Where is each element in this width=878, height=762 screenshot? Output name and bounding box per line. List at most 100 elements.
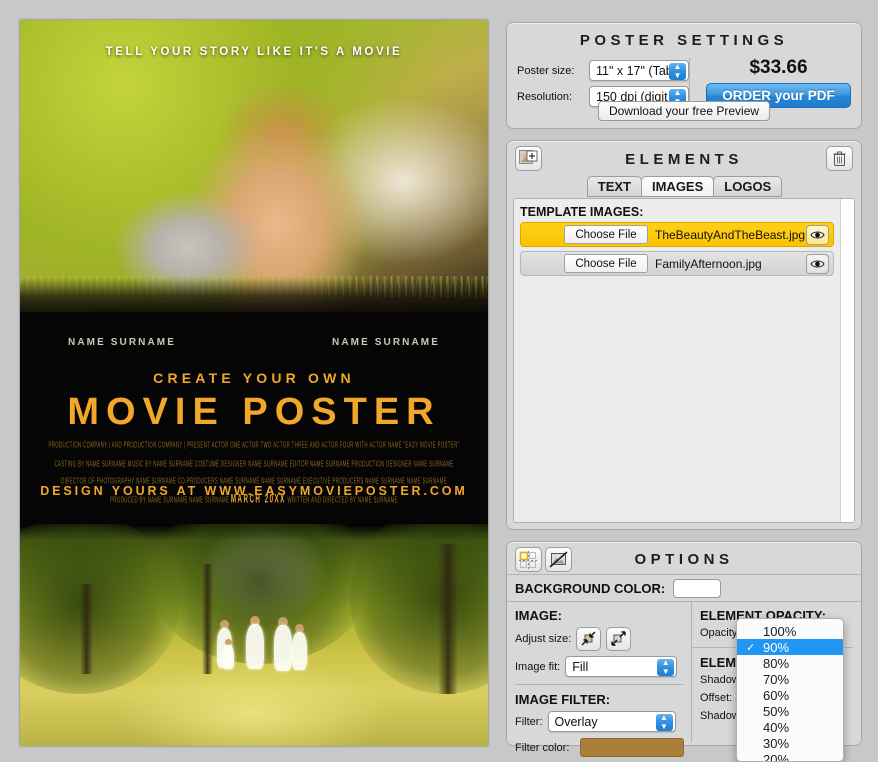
filter-row: Filter: Overlay ▲▼ <box>515 711 691 732</box>
cast-name-left[interactable]: NAME SURNAME <box>68 337 176 348</box>
image-fit-row: Image fit: Fill ▲▼ <box>515 656 691 677</box>
poster-settings-title: POSTER SETTINGS <box>507 32 861 49</box>
trash-icon <box>833 151 846 167</box>
opacity-option[interactable]: 100% <box>737 623 843 639</box>
poster-preview-area[interactable]: TELL YOUR STORY LIKE IT'S A MOVIE NAME S… <box>14 14 494 748</box>
expand-to-fit-button[interactable] <box>606 627 631 651</box>
chevron-updown-icon[interactable]: ▲▼ <box>657 659 674 676</box>
background-color-row: BACKGROUND COLOR: <box>507 574 861 602</box>
chevron-updown-icon[interactable]: ▲▼ <box>656 714 673 731</box>
elements-title: ELEMENTS <box>507 141 861 168</box>
poster-size-value: 11" x 17" (Tab <box>596 64 673 78</box>
poster-size-select[interactable]: 11" x 17" (Tab ▲▼ <box>589 60 689 81</box>
person-figure <box>246 624 264 669</box>
poster-bottom-photo[interactable] <box>20 524 488 746</box>
layout-grid-button[interactable] <box>515 547 542 572</box>
choose-file-button[interactable]: Choose File <box>564 225 648 244</box>
filter-select[interactable]: Overlay ▲▼ <box>548 711 676 732</box>
template-images-label: TEMPLATE IMAGES: <box>520 205 854 219</box>
tree-foliage <box>350 524 488 694</box>
filter-color-row: Filter color: <box>515 738 691 757</box>
poster-overline[interactable]: CREATE YOUR OWN <box>20 370 488 386</box>
opacity-option[interactable]: 40% <box>737 719 843 735</box>
opacity-option[interactable]: 30% <box>737 735 843 751</box>
opacity-dropdown-menu[interactable]: 100% ✓90% 80% 70% 60% 50% 40% 30% 20% <box>736 618 844 762</box>
opacity-option[interactable]: 80% <box>737 655 843 671</box>
list-item[interactable]: Choose File TheBeautyAndTheBeast.jpg <box>520 222 834 247</box>
opacity-option[interactable]: 60% <box>737 687 843 703</box>
filter-color-label: Filter color: <box>515 742 569 754</box>
toggle-visibility-button[interactable] <box>806 254 829 274</box>
file-name: TheBeautyAndTheBeast.jpg <box>655 228 806 242</box>
delete-element-button[interactable] <box>826 146 853 171</box>
image-fit-select[interactable]: Fill ▲▼ <box>565 656 677 677</box>
image-section-title: IMAGE: <box>515 608 691 623</box>
toggle-visibility-button[interactable] <box>806 225 829 245</box>
opacity-option-label: 60% <box>763 688 789 703</box>
opacity-option[interactable]: 20% <box>737 751 843 762</box>
person-figure <box>292 632 307 670</box>
grid-layout-icon <box>519 551 538 569</box>
cast-name-right[interactable]: NAME SURNAME <box>332 337 440 348</box>
elements-panel: ELEMENTS TEXT IMAGES LOGOS TEMPLATE IMAG… <box>506 140 862 530</box>
opacity-option-label: 80% <box>763 656 789 671</box>
tab-logos[interactable]: LOGOS <box>713 176 782 197</box>
opacity-option[interactable]: 50% <box>737 703 843 719</box>
poster-size-row: Poster size: 11" x 17" (Tab ▲▼ <box>517 60 689 81</box>
poster-main-title[interactable]: MOVIE POSTER <box>20 390 488 434</box>
opacity-option-label: 50% <box>763 704 789 719</box>
toggle-image-button[interactable] <box>545 547 572 572</box>
section-divider <box>515 684 683 685</box>
add-image-icon <box>519 150 538 167</box>
resolution-label: Resolution: <box>517 91 589 103</box>
opacity-option-label: 30% <box>763 736 789 751</box>
expand-to-fit-icon <box>610 631 627 647</box>
tab-images[interactable]: IMAGES <box>641 176 714 197</box>
opacity-option-label: 70% <box>763 672 789 687</box>
file-name: FamilyAfternoon.jpg <box>655 257 806 271</box>
background-color-swatch[interactable] <box>673 579 721 598</box>
opacity-option-label: 90% <box>763 640 789 655</box>
poster-top-photo[interactable] <box>20 20 488 312</box>
tree-trunk <box>438 544 458 694</box>
person-figure <box>223 645 234 669</box>
elements-list: TEMPLATE IMAGES: Choose File TheBeautyAn… <box>513 198 855 523</box>
no-image-icon <box>549 551 568 568</box>
image-fit-label: Image fit: <box>515 661 560 673</box>
filter-color-swatch[interactable] <box>580 738 684 757</box>
tree-trunk <box>80 584 93 674</box>
opacity-option-label: 100% <box>763 624 796 639</box>
list-item[interactable]: Choose File FamilyAfternoon.jpg <box>520 251 834 276</box>
poster-footer-url[interactable]: DESIGN YOURS AT WWW.EASYMOVIEPOSTER.COM <box>20 484 488 498</box>
shrink-to-fit-icon <box>580 631 597 647</box>
shadow-color-label: Shadow <box>700 710 740 722</box>
adjust-size-row: Adjust size: <box>515 627 691 651</box>
opacity-option-label: 40% <box>763 720 789 735</box>
billing-line: PRODUCTION COMPANY | AND PRODUCTION COMP… <box>20 436 488 454</box>
eye-icon <box>810 259 825 269</box>
poster-canvas[interactable]: TELL YOUR STORY LIKE IT'S A MOVIE NAME S… <box>20 20 488 746</box>
poster-size-label: Poster size: <box>517 65 589 77</box>
adjust-size-label: Adjust size: <box>515 633 571 645</box>
cast-names-row: NAME SURNAME NAME SURNAME <box>20 337 488 348</box>
opacity-option[interactable]: 70% <box>737 671 843 687</box>
add-image-button[interactable] <box>515 146 542 171</box>
filter-value: Overlay <box>555 715 598 729</box>
filter-label: Filter: <box>515 716 543 728</box>
opacity-option-selected[interactable]: ✓90% <box>737 639 843 655</box>
tab-text[interactable]: TEXT <box>587 176 642 197</box>
shrink-to-fit-button[interactable] <box>576 627 601 651</box>
chevron-updown-icon[interactable]: ▲▼ <box>669 63 686 80</box>
background-color-label: BACKGROUND COLOR: <box>515 581 665 596</box>
image-filter-section-title: IMAGE FILTER: <box>515 692 691 707</box>
poster-title-block: NAME SURNAME NAME SURNAME CREATE YOUR OW… <box>20 312 488 524</box>
download-preview-button[interactable]: Download your free Preview <box>598 101 770 121</box>
eye-icon <box>810 230 825 240</box>
poster-settings-panel: POSTER SETTINGS Poster size: 11" x 17" (… <box>506 22 862 129</box>
price-value: $33.66 <box>696 57 861 79</box>
poster-tagline[interactable]: TELL YOUR STORY LIKE IT'S A MOVIE <box>20 46 488 58</box>
tree-trunk <box>202 564 213 674</box>
image-fit-value: Fill <box>572 660 588 674</box>
choose-file-button[interactable]: Choose File <box>564 254 648 273</box>
elements-list-scrollbar[interactable] <box>840 199 854 522</box>
